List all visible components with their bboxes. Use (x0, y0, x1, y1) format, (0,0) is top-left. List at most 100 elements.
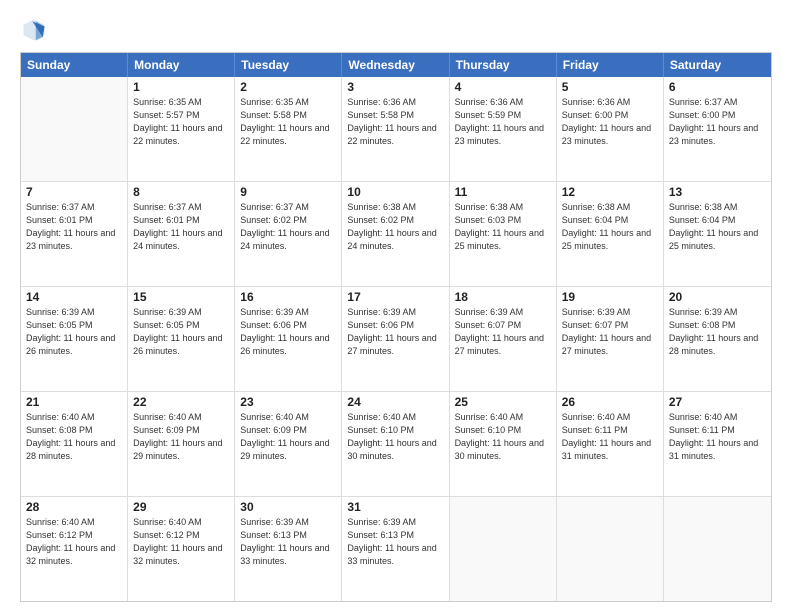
day-number: 24 (347, 395, 443, 409)
day-number: 16 (240, 290, 336, 304)
day-info: Sunrise: 6:39 AMSunset: 6:05 PMDaylight:… (26, 306, 122, 358)
day-info: Sunrise: 6:40 AMSunset: 6:12 PMDaylight:… (26, 516, 122, 568)
day-number: 2 (240, 80, 336, 94)
day-info: Sunrise: 6:39 AMSunset: 6:07 PMDaylight:… (455, 306, 551, 358)
day-info: Sunrise: 6:40 AMSunset: 6:10 PMDaylight:… (347, 411, 443, 463)
logo-icon (20, 16, 48, 44)
day-number: 18 (455, 290, 551, 304)
day-info: Sunrise: 6:39 AMSunset: 6:05 PMDaylight:… (133, 306, 229, 358)
cal-cell: 7 Sunrise: 6:37 AMSunset: 6:01 PMDaylight… (21, 182, 128, 286)
cal-cell: 3 Sunrise: 6:36 AMSunset: 5:58 PMDaylight… (342, 77, 449, 181)
cal-header-sunday: Sunday (21, 53, 128, 77)
cal-week-3: 14 Sunrise: 6:39 AMSunset: 6:05 PMDayligh… (21, 287, 771, 392)
day-number: 19 (562, 290, 658, 304)
cal-header-thursday: Thursday (450, 53, 557, 77)
day-info: Sunrise: 6:40 AMSunset: 6:10 PMDaylight:… (455, 411, 551, 463)
day-number: 21 (26, 395, 122, 409)
day-number: 9 (240, 185, 336, 199)
cal-cell: 9 Sunrise: 6:37 AMSunset: 6:02 PMDaylight… (235, 182, 342, 286)
day-number: 8 (133, 185, 229, 199)
cal-cell: 16Sunrise: 6:39 AMSunset: 6:06 PMDayligh… (235, 287, 342, 391)
day-number: 3 (347, 80, 443, 94)
cal-cell: 27 Sunrise: 6:40 AMSunset: 6:11 PMDayligh… (664, 392, 771, 496)
cal-cell (21, 77, 128, 181)
day-number: 4 (455, 80, 551, 94)
day-info: Sunrise: 6:38 AMSunset: 6:02 PMDaylight:… (347, 201, 443, 253)
cal-cell: 20 Sunrise: 6:39 AMSunset: 6:08 PMDayligh… (664, 287, 771, 391)
cal-week-4: 21Sunrise: 6:40 AMSunset: 6:08 PMDayligh… (21, 392, 771, 497)
day-number: 5 (562, 80, 658, 94)
day-number: 12 (562, 185, 658, 199)
cal-cell: 15 Sunrise: 6:39 AMSunset: 6:05 PMDayligh… (128, 287, 235, 391)
cal-cell: 21Sunrise: 6:40 AMSunset: 6:08 PMDayligh… (21, 392, 128, 496)
day-number: 7 (26, 185, 122, 199)
day-info: Sunrise: 6:35 AMSunset: 5:58 PMDaylight:… (240, 96, 336, 148)
calendar: SundayMondayTuesdayWednesdayThursdayFrid… (20, 52, 772, 602)
day-number: 29 (133, 500, 229, 514)
day-number: 28 (26, 500, 122, 514)
day-info: Sunrise: 6:39 AMSunset: 6:13 PMDaylight:… (240, 516, 336, 568)
cal-cell: 12 Sunrise: 6:38 AMSunset: 6:04 PMDayligh… (557, 182, 664, 286)
day-number: 13 (669, 185, 766, 199)
cal-cell: 4 Sunrise: 6:36 AMSunset: 5:59 PMDaylight… (450, 77, 557, 181)
cal-header-saturday: Saturday (664, 53, 771, 77)
day-info: Sunrise: 6:39 AMSunset: 6:08 PMDaylight:… (669, 306, 766, 358)
cal-cell (664, 497, 771, 601)
cal-cell: 22 Sunrise: 6:40 AMSunset: 6:09 PMDayligh… (128, 392, 235, 496)
day-number: 17 (347, 290, 443, 304)
cal-cell: 18 Sunrise: 6:39 AMSunset: 6:07 PMDayligh… (450, 287, 557, 391)
cal-cell: 13 Sunrise: 6:38 AMSunset: 6:04 PMDayligh… (664, 182, 771, 286)
cal-header-wednesday: Wednesday (342, 53, 449, 77)
cal-cell: 29 Sunrise: 6:40 AMSunset: 6:12 PMDayligh… (128, 497, 235, 601)
calendar-body: 1 Sunrise: 6:35 AMSunset: 5:57 PMDaylight… (21, 77, 771, 601)
day-info: Sunrise: 6:37 AMSunset: 6:01 PMDaylight:… (133, 201, 229, 253)
cal-cell: 23Sunrise: 6:40 AMSunset: 6:09 PMDayligh… (235, 392, 342, 496)
cal-week-5: 28 Sunrise: 6:40 AMSunset: 6:12 PMDayligh… (21, 497, 771, 601)
day-info: Sunrise: 6:40 AMSunset: 6:11 PMDaylight:… (562, 411, 658, 463)
cal-header-friday: Friday (557, 53, 664, 77)
day-number: 10 (347, 185, 443, 199)
day-number: 14 (26, 290, 122, 304)
day-info: Sunrise: 6:37 AMSunset: 6:00 PMDaylight:… (669, 96, 766, 148)
day-info: Sunrise: 6:40 AMSunset: 6:11 PMDaylight:… (669, 411, 766, 463)
day-info: Sunrise: 6:38 AMSunset: 6:03 PMDaylight:… (455, 201, 551, 253)
cal-week-2: 7 Sunrise: 6:37 AMSunset: 6:01 PMDaylight… (21, 182, 771, 287)
day-number: 31 (347, 500, 443, 514)
day-number: 20 (669, 290, 766, 304)
cal-cell: 5 Sunrise: 6:36 AMSunset: 6:00 PMDaylight… (557, 77, 664, 181)
day-number: 30 (240, 500, 336, 514)
cal-cell: 19Sunrise: 6:39 AMSunset: 6:07 PMDayligh… (557, 287, 664, 391)
cal-cell: 25Sunrise: 6:40 AMSunset: 6:10 PMDayligh… (450, 392, 557, 496)
cal-week-1: 1 Sunrise: 6:35 AMSunset: 5:57 PMDaylight… (21, 77, 771, 182)
cal-cell: 26 Sunrise: 6:40 AMSunset: 6:11 PMDayligh… (557, 392, 664, 496)
day-info: Sunrise: 6:38 AMSunset: 6:04 PMDaylight:… (669, 201, 766, 253)
day-info: Sunrise: 6:36 AMSunset: 5:58 PMDaylight:… (347, 96, 443, 148)
cal-cell: 30 Sunrise: 6:39 AMSunset: 6:13 PMDayligh… (235, 497, 342, 601)
day-info: Sunrise: 6:37 AMSunset: 6:01 PMDaylight:… (26, 201, 122, 253)
day-number: 15 (133, 290, 229, 304)
day-info: Sunrise: 6:36 AMSunset: 5:59 PMDaylight:… (455, 96, 551, 148)
cal-cell: 31 Sunrise: 6:39 AMSunset: 6:13 PMDayligh… (342, 497, 449, 601)
day-info: Sunrise: 6:36 AMSunset: 6:00 PMDaylight:… (562, 96, 658, 148)
day-info: Sunrise: 6:37 AMSunset: 6:02 PMDaylight:… (240, 201, 336, 253)
cal-cell: 11 Sunrise: 6:38 AMSunset: 6:03 PMDayligh… (450, 182, 557, 286)
day-number: 26 (562, 395, 658, 409)
day-info: Sunrise: 6:39 AMSunset: 6:06 PMDaylight:… (347, 306, 443, 358)
day-info: Sunrise: 6:40 AMSunset: 6:12 PMDaylight:… (133, 516, 229, 568)
day-number: 27 (669, 395, 766, 409)
day-number: 6 (669, 80, 766, 94)
cal-header-tuesday: Tuesday (235, 53, 342, 77)
day-info: Sunrise: 6:38 AMSunset: 6:04 PMDaylight:… (562, 201, 658, 253)
cal-cell: 2 Sunrise: 6:35 AMSunset: 5:58 PMDaylight… (235, 77, 342, 181)
day-number: 1 (133, 80, 229, 94)
day-info: Sunrise: 6:35 AMSunset: 5:57 PMDaylight:… (133, 96, 229, 148)
cal-cell: 14 Sunrise: 6:39 AMSunset: 6:05 PMDayligh… (21, 287, 128, 391)
day-info: Sunrise: 6:40 AMSunset: 6:09 PMDaylight:… (133, 411, 229, 463)
day-number: 11 (455, 185, 551, 199)
logo (20, 16, 52, 44)
day-number: 22 (133, 395, 229, 409)
calendar-header: SundayMondayTuesdayWednesdayThursdayFrid… (21, 53, 771, 77)
cal-cell: 17 Sunrise: 6:39 AMSunset: 6:06 PMDayligh… (342, 287, 449, 391)
cal-cell (450, 497, 557, 601)
day-info: Sunrise: 6:39 AMSunset: 6:13 PMDaylight:… (347, 516, 443, 568)
